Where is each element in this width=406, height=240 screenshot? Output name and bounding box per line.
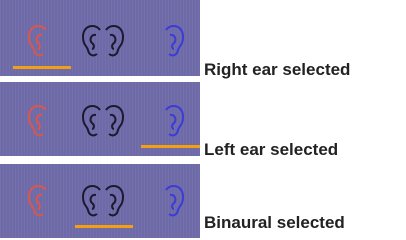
left-ear-button[interactable]	[158, 24, 186, 58]
selection-row-binaural: Binaural selected	[0, 160, 406, 240]
right-ear-icon	[27, 184, 47, 217]
ear-selector-panel	[0, 0, 200, 76]
left-ear-icon	[165, 184, 185, 217]
right-ear-icon	[27, 104, 47, 137]
left-ear-icon	[165, 104, 185, 137]
binaural-button[interactable]	[80, 104, 126, 138]
binaural-ears-icon	[81, 24, 125, 57]
selection-indicator	[75, 225, 133, 228]
binaural-button[interactable]	[80, 24, 126, 58]
ear-selector-panel	[0, 164, 200, 238]
right-ear-button[interactable]	[26, 184, 54, 218]
binaural-button[interactable]	[80, 184, 126, 218]
left-ear-button[interactable]	[158, 104, 186, 138]
binaural-ears-icon	[81, 104, 125, 137]
left-ear-icon	[165, 24, 185, 57]
selection-row-left: Left ear selected	[0, 80, 406, 160]
right-ear-button[interactable]	[26, 24, 54, 58]
selection-caption: Right ear selected	[204, 60, 351, 79]
right-ear-button[interactable]	[26, 104, 54, 138]
left-ear-button[interactable]	[158, 184, 186, 218]
selection-caption: Binaural selected	[204, 213, 345, 232]
selection-caption: Left ear selected	[204, 140, 339, 159]
binaural-ears-icon	[81, 184, 125, 217]
ear-selector-panel	[0, 82, 200, 156]
selection-indicator	[141, 145, 200, 148]
selection-row-right: Right ear selected	[0, 0, 406, 80]
selection-indicator	[13, 66, 71, 69]
right-ear-icon	[27, 24, 47, 57]
